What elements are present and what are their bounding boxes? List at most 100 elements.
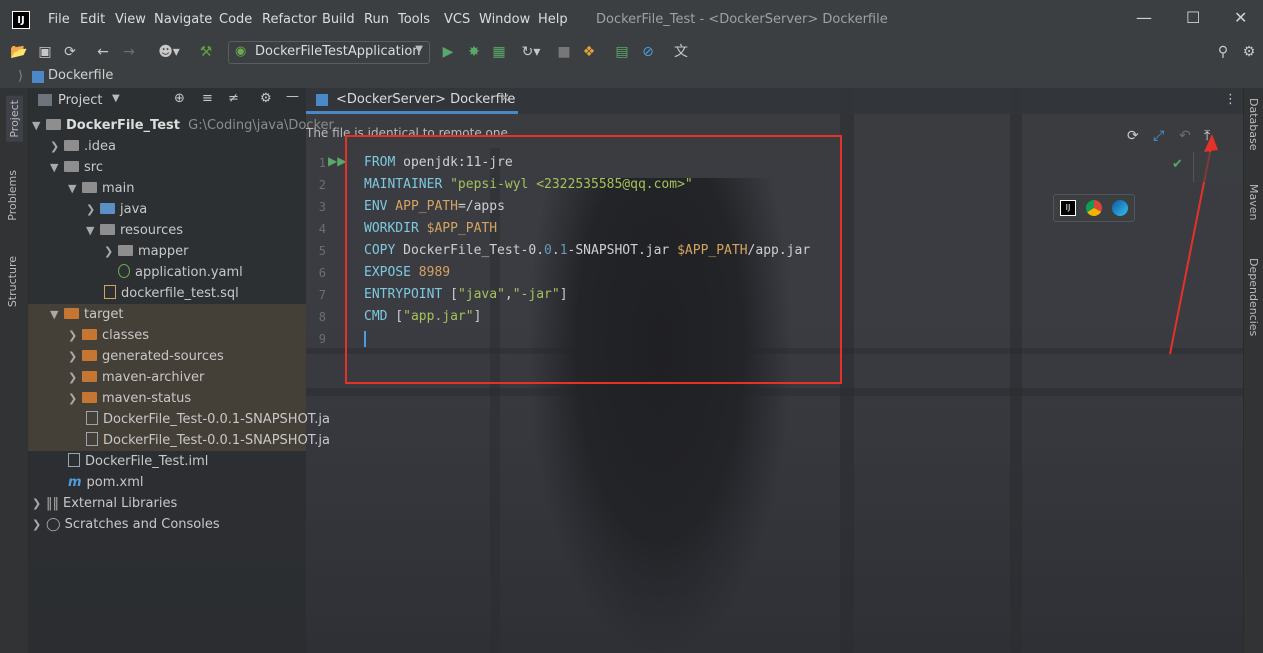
chrome-icon[interactable]: [1086, 200, 1102, 216]
menu-build[interactable]: Build: [322, 12, 355, 27]
intellij-browser-icon[interactable]: IJ: [1060, 200, 1076, 216]
title-bar: IJ File Edit View Navigate Code Refactor…: [0, 0, 1263, 40]
menu-edit[interactable]: Edit: [80, 12, 105, 27]
tab-structure[interactable]: Structure: [6, 256, 19, 307]
tree-item-label: pom.xml: [86, 475, 144, 490]
menu-file[interactable]: File: [48, 12, 70, 27]
search-icon[interactable]: ⚲: [1214, 43, 1232, 61]
menu-window[interactable]: Window: [479, 12, 530, 27]
plugin-icon[interactable]: ❖: [580, 43, 598, 61]
tree-item[interactable]: application.yaml: [118, 262, 243, 283]
tree-item[interactable]: dockerfile_test.sql: [104, 283, 239, 304]
folder-icon: [82, 371, 97, 382]
more-options-icon[interactable]: ⋮: [1224, 92, 1237, 107]
chevron-down-icon[interactable]: ▼: [112, 93, 120, 104]
minimap[interactable]: [1193, 152, 1242, 182]
chevron-down-icon: ▼: [50, 161, 59, 174]
tree-item[interactable]: ❯ maven-status: [68, 388, 191, 409]
menu-run[interactable]: Run: [364, 12, 389, 27]
menu-refactor[interactable]: Refactor: [262, 12, 317, 27]
menu-vcs[interactable]: VCS: [444, 12, 470, 27]
chevron-right-icon: ❯: [68, 329, 78, 342]
tab-maven[interactable]: Maven: [1247, 184, 1260, 220]
tree-item[interactable]: DockerFile_Test-0.0.1-SNAPSHOT.ja: [86, 430, 330, 451]
tree-item[interactable]: DockerFile_Test-0.0.1-SNAPSHOT.ja: [86, 409, 330, 430]
docker-file-icon: [32, 71, 44, 83]
locate-target-icon[interactable]: ⊕: [174, 91, 185, 106]
tree-item[interactable]: ❯ generated-sources: [68, 346, 224, 367]
sql-file-icon: [104, 285, 116, 299]
save-icon[interactable]: ▣: [36, 43, 54, 61]
menu-code[interactable]: Code: [219, 12, 252, 27]
root-name: DockerFile_Test: [66, 118, 180, 133]
tab-database[interactable]: Database: [1247, 98, 1260, 151]
stop-icon[interactable]: ■: [555, 43, 573, 61]
tree-item[interactable]: ❯ ◯ Scratches and Consoles: [32, 514, 220, 535]
run-icon[interactable]: ▶: [439, 43, 457, 61]
menu-view[interactable]: View: [115, 12, 146, 27]
intellij-logo-icon: IJ: [12, 11, 30, 29]
activity-monitor-icon[interactable]: ▤: [613, 43, 631, 61]
menu-navigate[interactable]: Navigate: [154, 12, 212, 27]
menu-help[interactable]: Help: [538, 12, 568, 27]
coverage-icon[interactable]: ▦: [490, 43, 508, 61]
expand-all-icon[interactable]: ≡: [202, 91, 213, 106]
minimize-icon[interactable]: —: [1136, 8, 1152, 27]
tree-item[interactable]: ❯ java: [86, 199, 147, 220]
tab-dependencies[interactable]: Dependencies: [1247, 258, 1260, 336]
run-gutter-icon[interactable]: ▶▶: [328, 154, 346, 168]
run-configuration-select[interactable]: ◉ DockerFileTestApplication ▼: [228, 41, 430, 64]
libraries-icon: ‖‖: [46, 496, 59, 511]
yaml-file-icon: [118, 264, 130, 278]
editor-tab-dockerfile[interactable]: <DockerServer> Dockerfile ✕: [306, 88, 518, 114]
tree-item[interactable]: ❯ maven-archiver: [68, 367, 204, 388]
docker-file-icon: [316, 94, 328, 106]
tree-item[interactable]: ❯ classes: [68, 325, 149, 346]
tree-item-label: DockerFile_Test-0.0.1-SNAPSHOT.ja: [103, 412, 330, 427]
close-tab-icon[interactable]: ✕: [500, 91, 510, 105]
menu-tools[interactable]: Tools: [398, 12, 430, 27]
hide-panel-icon[interactable]: —: [286, 89, 299, 104]
profile-dropdown-icon[interactable]: ↻▾: [516, 43, 546, 61]
tree-item[interactable]: ▼ target: [50, 304, 124, 325]
tree-item-root[interactable]: ▼ DockerFile_Test G:\Coding\java\Docker: [32, 115, 334, 136]
refresh-icon[interactable]: ⟳: [1127, 128, 1139, 144]
no-entry-icon[interactable]: ⊘: [639, 43, 657, 61]
user-dropdown-icon[interactable]: ☻▾: [155, 43, 183, 61]
tree-item[interactable]: ▼ src: [50, 157, 103, 178]
collapse-all-icon[interactable]: ≠: [228, 91, 239, 106]
tree-item[interactable]: ▼ main: [68, 178, 134, 199]
tree-item[interactable]: ❯ ‖‖ External Libraries: [32, 493, 177, 514]
tree-item[interactable]: DockerFile_Test.iml: [68, 451, 208, 472]
open-folder-icon[interactable]: 📂: [10, 43, 28, 61]
line-number: 6: [318, 266, 326, 280]
debug-icon[interactable]: ✸: [465, 43, 483, 61]
maximize-icon[interactable]: ☐: [1186, 8, 1200, 27]
chevron-down-icon: ▼: [32, 119, 41, 132]
chevron-right-icon: ❯: [32, 497, 42, 510]
project-panel: Project ▼ ⊕ ≡ ≠ ⚙ — ▼ DockerFile_Test G:\…: [28, 88, 334, 653]
background-rail: [1010, 88, 1022, 653]
tree-item-label: DockerFile_Test-0.0.1-SNAPSHOT.ja: [103, 433, 330, 448]
tree-item[interactable]: m pom.xml: [68, 472, 144, 493]
tree-item[interactable]: ❯ .idea: [50, 136, 116, 157]
project-panel-title[interactable]: Project: [58, 93, 102, 108]
jar-file-icon: [86, 432, 98, 446]
close-icon[interactable]: ✕: [1234, 8, 1247, 27]
breadcrumb-item[interactable]: Dockerfile: [48, 68, 113, 83]
tab-problems[interactable]: Problems: [6, 170, 19, 221]
tree-item[interactable]: ▼ resources: [86, 220, 183, 241]
tree-item[interactable]: ❯ mapper: [104, 241, 188, 262]
tab-project[interactable]: Project: [6, 96, 23, 142]
forward-arrow-icon[interactable]: →: [120, 43, 138, 61]
sync-icon[interactable]: ⟳: [61, 43, 79, 61]
edge-icon[interactable]: [1112, 200, 1128, 216]
line-number: 8: [318, 310, 326, 324]
translate-icon[interactable]: 文: [672, 43, 690, 61]
back-arrow-icon[interactable]: ←: [94, 43, 112, 61]
settings-gear-icon[interactable]: ⚙: [1240, 43, 1258, 61]
folder-icon: [64, 161, 79, 172]
chevron-right-icon: ❯: [32, 518, 42, 531]
build-hammer-icon[interactable]: ⚒: [197, 43, 215, 61]
settings-gear-icon[interactable]: ⚙: [260, 91, 272, 106]
